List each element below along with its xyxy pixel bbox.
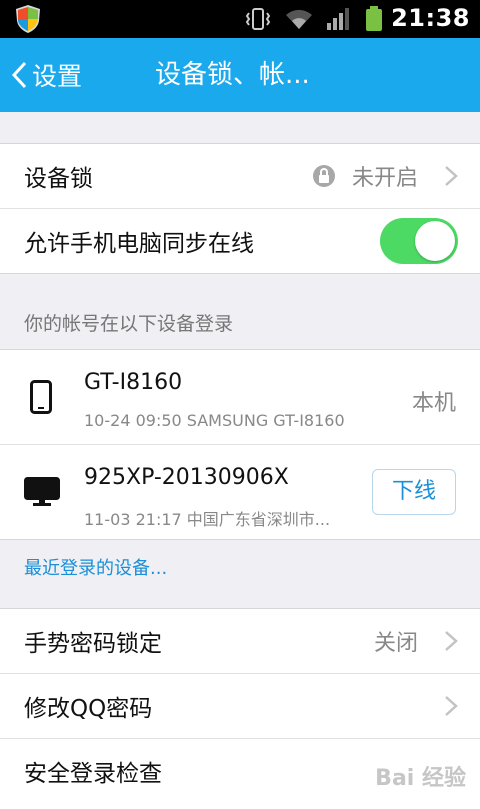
status-time: 21:38 (391, 4, 470, 32)
device-row[interactable]: GT-I8160 10-24 09:50 SAMSUNG GT-I8160 本机 (0, 350, 480, 445)
device-name: GT-I8160 (84, 370, 183, 395)
security-group: 设备锁 未开启 允许手机电脑同步在线 (0, 143, 480, 274)
security-check-label: 安全登录检查 (24, 761, 162, 787)
device-name: 925XP-20130906X (84, 465, 289, 490)
change-password-row[interactable]: 修改QQ密码 (0, 674, 480, 739)
chevron-right-icon (445, 166, 458, 186)
recent-devices-link[interactable]: 最近登录的设备... (24, 554, 167, 580)
battery-icon (366, 6, 382, 31)
device-lock-status: 未开启 (351, 166, 418, 191)
toggle-knob (415, 221, 455, 261)
device-info: 11-03 21:17 中国广东省深圳市... (84, 510, 331, 529)
device-lock-row[interactable]: 设备锁 未开启 (0, 144, 480, 209)
monitor-icon (24, 477, 60, 506)
phone-icon (30, 380, 52, 414)
signal-icon (327, 8, 349, 30)
sync-online-label: 允许手机电脑同步在线 (24, 231, 254, 257)
sync-online-row: 允许手机电脑同步在线 (0, 209, 480, 273)
wifi-icon (286, 9, 312, 29)
change-password-label: 修改QQ密码 (24, 696, 153, 722)
chevron-left-icon (11, 61, 27, 89)
gesture-lock-value: 关闭 (373, 631, 418, 656)
chevron-right-icon (445, 631, 458, 651)
devices-section-title: 你的帐号在以下设备登录 (24, 313, 234, 335)
devices-group: GT-I8160 10-24 09:50 SAMSUNG GT-I8160 本机… (0, 349, 480, 540)
this-device-tag: 本机 (411, 391, 456, 416)
gesture-lock-label: 手势密码锁定 (24, 631, 162, 657)
vibrate-icon (245, 8, 271, 30)
back-button[interactable]: 设置 (10, 38, 82, 112)
status-icons (244, 6, 384, 32)
page-title: 设备锁、帐... (155, 60, 310, 90)
back-label: 设置 (32, 62, 83, 91)
lock-icon (313, 165, 335, 187)
shield-icon (16, 5, 40, 33)
device-info: 10-24 09:50 SAMSUNG GT-I8160 (84, 411, 345, 430)
device-row[interactable]: 925XP-20130906X 11-03 21:17 中国广东省深圳市... … (0, 445, 480, 539)
force-offline-button[interactable]: 下线 (372, 469, 456, 515)
device-lock-label: 设备锁 (24, 166, 93, 192)
title-bar: 设置 设备锁、帐... (0, 38, 480, 112)
chevron-right-icon (445, 696, 458, 716)
gesture-lock-row[interactable]: 手势密码锁定 关闭 (0, 609, 480, 674)
sync-online-toggle[interactable] (380, 218, 458, 264)
status-bar: 21:38 (0, 0, 480, 38)
watermark: Bai 经验 (375, 766, 466, 791)
